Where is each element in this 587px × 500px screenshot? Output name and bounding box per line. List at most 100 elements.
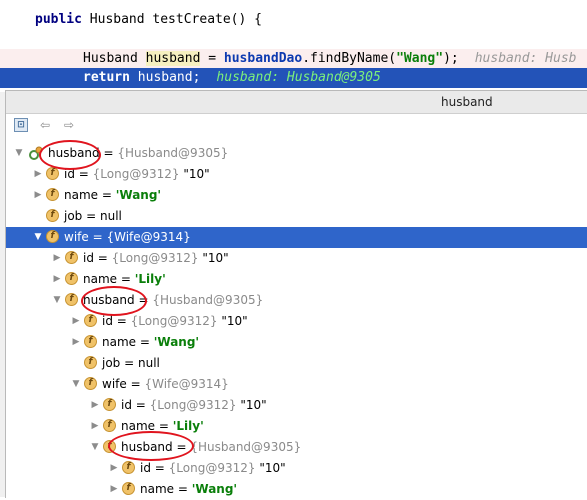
expanded-arrow-icon[interactable]: ▼ bbox=[33, 227, 43, 248]
code-line-method-signature[interactable]: public Husband testCreate() { bbox=[0, 10, 587, 30]
code-line-find-by-name[interactable]: Husband husband = husbandDao.findByName(… bbox=[0, 49, 587, 69]
method-signature-text: Husband testCreate() { bbox=[81, 12, 262, 27]
equals-sign: = bbox=[131, 398, 150, 412]
tree-row-text: name = 'Lily' bbox=[83, 269, 166, 290]
field-value: "10" bbox=[179, 167, 210, 181]
tree-row[interactable]: f job = null bbox=[6, 206, 587, 227]
inline-debug-value: husband: Husb bbox=[474, 51, 577, 66]
field-icon: f bbox=[122, 482, 135, 495]
object-reference: {Wife@9314} bbox=[144, 377, 229, 391]
string-literal: "Wang" bbox=[396, 51, 444, 66]
tree-row[interactable]: ▼ husband = {Husband@9305} bbox=[6, 143, 587, 164]
tree-row-text: id = {Long@9312} "10" bbox=[102, 311, 248, 332]
tree-row-text: wife = {Wife@9314} bbox=[64, 227, 191, 248]
tree-row[interactable]: ▶ f id = {Long@9312} "10" bbox=[6, 164, 587, 185]
tree-row[interactable]: ▶ f name = 'Wang' bbox=[6, 332, 587, 353]
back-arrow-icon[interactable]: ⇦ bbox=[38, 118, 52, 132]
tree-row-text: name = 'Wang' bbox=[64, 185, 161, 206]
tree-row[interactable]: ▶ f name = 'Lily' bbox=[6, 416, 587, 437]
field-name: id bbox=[121, 398, 132, 412]
expanded-arrow-icon[interactable]: ▼ bbox=[52, 290, 62, 311]
variable-husband[interactable]: husband bbox=[145, 51, 201, 66]
collapsed-arrow-icon[interactable]: ▶ bbox=[71, 332, 81, 353]
field-name: wife bbox=[102, 377, 127, 391]
equals-sign: = bbox=[174, 482, 192, 496]
forward-arrow-icon[interactable]: ⇨ bbox=[62, 118, 76, 132]
assign-operator: = bbox=[200, 51, 224, 66]
code-editor[interactable]: public Husband testCreate() { Husband hu… bbox=[0, 0, 587, 92]
tree-row[interactable]: ▼ f wife = {Wife@9314} bbox=[6, 227, 587, 248]
field-name: wife bbox=[64, 230, 89, 244]
tree-row[interactable]: ▼ f husband = {Husband@9305} bbox=[6, 290, 587, 311]
variable-inspector-popup[interactable]: husband ⊡ ⇦ ⇨ ▼ husband = {Husband@9305} ▶… bbox=[5, 90, 587, 498]
object-reference: {Wife@9314} bbox=[106, 230, 191, 244]
tree-row[interactable]: ▼ f wife = {Wife@9314} bbox=[6, 374, 587, 395]
equals-sign: = bbox=[74, 167, 93, 181]
field-icon: f bbox=[84, 335, 97, 348]
equals-sign: = bbox=[93, 251, 112, 265]
field-name: name bbox=[64, 188, 99, 202]
code-line-return-current[interactable]: return husband; husband: Husband@9305 bbox=[0, 68, 587, 88]
collapsed-arrow-icon[interactable]: ▶ bbox=[33, 185, 43, 206]
field-value: "10" bbox=[255, 461, 286, 475]
expanded-arrow-icon[interactable]: ▼ bbox=[71, 374, 81, 395]
field-icon: f bbox=[84, 356, 97, 369]
field-icon: f bbox=[103, 398, 116, 411]
tree-row[interactable]: ▶ f id = {Long@9312} "10" bbox=[6, 458, 587, 479]
tree-row[interactable]: ▼ f husband = {Husband@9305} bbox=[6, 437, 587, 458]
tree-row-text: wife = {Wife@9314} bbox=[102, 374, 229, 395]
tree-row-text: husband = {Husband@9305} bbox=[48, 143, 228, 164]
collapsed-arrow-icon[interactable]: ▶ bbox=[90, 416, 100, 437]
field-icon: f bbox=[46, 167, 59, 180]
object-reference: {Long@9312} bbox=[168, 461, 256, 475]
tree-row-text: id = {Long@9312} "10" bbox=[140, 458, 286, 479]
field-value: null bbox=[137, 356, 160, 370]
tree-row-text: name = 'Lily' bbox=[121, 416, 204, 437]
tree-row[interactable]: ▶ f name = 'Lily' bbox=[6, 269, 587, 290]
expanded-arrow-icon[interactable]: ▼ bbox=[90, 437, 100, 458]
tree-row-text: job = null bbox=[102, 353, 160, 374]
field-value: "10" bbox=[217, 314, 248, 328]
popup-toolbar: ⊡ ⇦ ⇨ bbox=[6, 114, 587, 136]
tree-row-text: name = 'Wang' bbox=[102, 332, 199, 353]
popup-title: husband bbox=[441, 95, 493, 109]
collapsed-arrow-icon[interactable]: ▶ bbox=[90, 395, 100, 416]
collapsed-arrow-icon[interactable]: ▶ bbox=[71, 311, 81, 332]
method-call: .findByName( bbox=[302, 51, 397, 66]
equals-sign: = bbox=[134, 293, 153, 307]
field-name: job bbox=[64, 209, 83, 223]
tree-row[interactable]: ▶ f name = 'Wang' bbox=[6, 185, 587, 206]
return-text: husband; bbox=[129, 70, 201, 85]
object-reference: {Long@9312} bbox=[92, 167, 180, 181]
tree-row[interactable]: f job = null bbox=[6, 353, 587, 374]
equals-sign: = bbox=[117, 272, 135, 286]
field-name: id bbox=[102, 314, 113, 328]
string-value: 'Wang' bbox=[153, 335, 200, 349]
variable-icon bbox=[29, 146, 43, 160]
field-name: husband bbox=[48, 146, 100, 160]
expanded-arrow-icon[interactable]: ▼ bbox=[14, 143, 24, 164]
evaluate-icon[interactable]: ⊡ bbox=[14, 118, 28, 132]
collapsed-arrow-icon[interactable]: ▶ bbox=[109, 458, 119, 479]
string-value: 'Lily' bbox=[172, 419, 204, 433]
inline-debug-value: husband: Husband@9305 bbox=[216, 70, 381, 85]
field-name: name bbox=[140, 482, 175, 496]
equals-sign: = bbox=[150, 461, 169, 475]
tree-row[interactable]: ▶ f id = {Long@9312} "10" bbox=[6, 248, 587, 269]
object-reference: {Husband@9305} bbox=[152, 293, 264, 307]
tree-row[interactable]: ▶ f id = {Long@9312} "10" bbox=[6, 395, 587, 416]
field-value: "10" bbox=[236, 398, 267, 412]
field-name: husband bbox=[121, 440, 173, 454]
field-husbanddao: husbandDao bbox=[223, 51, 303, 66]
field-value: null bbox=[99, 209, 122, 223]
collapsed-arrow-icon[interactable]: ▶ bbox=[52, 248, 62, 269]
tree-row-text: id = {Long@9312} "10" bbox=[121, 395, 267, 416]
collapsed-arrow-icon[interactable]: ▶ bbox=[33, 164, 43, 185]
statement-end: ); bbox=[443, 51, 459, 66]
collapsed-arrow-icon[interactable]: ▶ bbox=[52, 269, 62, 290]
tree-row-text: husband = {Husband@9305} bbox=[83, 290, 263, 311]
popup-title-bar[interactable]: husband bbox=[6, 91, 587, 114]
field-name: name bbox=[83, 272, 118, 286]
tree-row-text: id = {Long@9312} "10" bbox=[83, 248, 229, 269]
tree-row[interactable]: ▶ f id = {Long@9312} "10" bbox=[6, 311, 587, 332]
